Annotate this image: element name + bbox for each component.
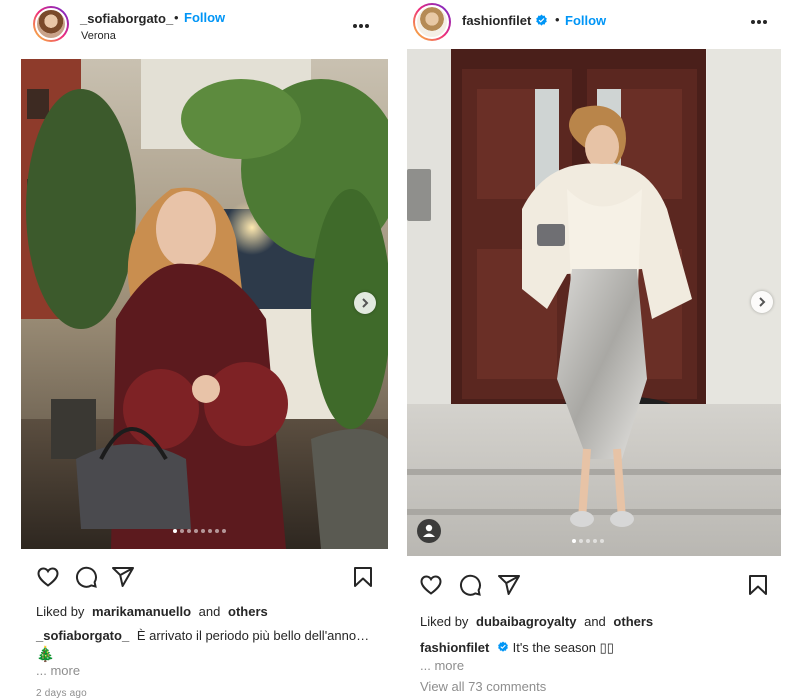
carousel-dot <box>215 529 219 533</box>
follow-button[interactable]: Follow <box>184 10 225 25</box>
likes-others-link[interactable]: others <box>228 604 268 619</box>
caption-more-link[interactable]: ... more <box>36 663 80 678</box>
post-timestamp: 2 days ago <box>36 688 87 699</box>
post-actions <box>407 573 781 603</box>
carousel-dot <box>572 539 576 543</box>
caption-symbols: ▯▯ <box>599 640 614 655</box>
likes-line: Liked by marikamanuello and others <box>36 604 268 619</box>
follow-button[interactable]: Follow <box>565 13 606 28</box>
caption-line: fashionfilet It's the season ▯▯ <box>420 640 614 656</box>
share-icon[interactable] <box>111 565 135 589</box>
more-options-icon[interactable] <box>751 18 769 26</box>
liked-by-user-link[interactable]: marikamanuello <box>92 604 191 619</box>
post-photo <box>407 49 781 556</box>
separator-dot: • <box>174 10 179 25</box>
post-header: _sofiaborgato_ • Follow Verona <box>21 0 388 50</box>
liked-by-user-link[interactable]: dubaibagroyalty <box>476 614 576 629</box>
post-username[interactable]: _sofiaborgato_ <box>80 11 173 26</box>
verified-badge-icon <box>498 641 508 652</box>
separator-dot: • <box>555 12 560 27</box>
carousel-dot <box>222 529 226 533</box>
carousel-dot <box>600 539 604 543</box>
likes-and: and <box>584 614 606 629</box>
caption-more-link[interactable]: ... more <box>420 658 464 673</box>
carousel-dot <box>201 529 205 533</box>
more-options-icon[interactable] <box>353 22 371 30</box>
post-username[interactable]: fashionfilet <box>462 13 531 28</box>
carousel-dot <box>173 529 177 533</box>
carousel-indicator <box>572 539 604 543</box>
caption-username[interactable]: _sofiaborgato_ <box>36 628 129 643</box>
likes-others-link[interactable]: others <box>613 614 653 629</box>
post-media[interactable] <box>407 49 781 556</box>
carousel-dot <box>579 539 583 543</box>
caption-text: È arrivato il periodo più bello dell'ann… <box>136 628 370 643</box>
carousel-dot <box>180 529 184 533</box>
post-card-right: fashionfilet • Follow Liked by dubaibagr… <box>407 0 781 700</box>
chevron-right-icon <box>759 297 766 307</box>
user-tag-button[interactable] <box>417 519 441 543</box>
comment-icon[interactable] <box>74 565 98 589</box>
carousel-next-button[interactable] <box>354 292 376 314</box>
carousel-indicator <box>173 529 226 533</box>
carousel-dot <box>586 539 590 543</box>
post-photo <box>21 59 388 549</box>
post-location[interactable]: Verona <box>81 30 116 42</box>
likes-line: Liked by dubaibagroyalty and others <box>420 614 653 629</box>
carousel-dot <box>187 529 191 533</box>
carousel-dot <box>194 529 198 533</box>
avatar[interactable] <box>33 6 69 42</box>
post-media[interactable] <box>21 59 388 549</box>
carousel-next-button[interactable] <box>751 291 773 313</box>
post-actions <box>21 565 388 595</box>
likes-prefix: Liked by <box>420 614 469 629</box>
likes-prefix: Liked by <box>36 604 85 619</box>
caption-text: It's the season <box>512 640 600 655</box>
carousel-dot <box>593 539 597 543</box>
bookmark-icon[interactable] <box>746 573 770 597</box>
avatar[interactable] <box>413 3 451 41</box>
heart-icon[interactable] <box>36 565 60 589</box>
chevron-right-icon <box>362 298 369 308</box>
caption-line: _sofiaborgato_ È arrivato il periodo più… <box>36 628 369 643</box>
user-tag-icon <box>423 524 435 537</box>
caption-username[interactable]: fashionfilet <box>420 640 489 655</box>
post-card-left: _sofiaborgato_ • Follow Verona Liked by … <box>21 0 388 700</box>
likes-and: and <box>198 604 221 619</box>
post-header: fashionfilet • Follow <box>407 0 781 50</box>
heart-icon[interactable] <box>419 573 443 597</box>
view-comments-link[interactable]: View all 73 comments <box>420 679 546 694</box>
comment-icon[interactable] <box>458 573 482 597</box>
share-icon[interactable] <box>497 573 521 597</box>
caption-emoji: 🎄 <box>36 646 55 663</box>
bookmark-icon[interactable] <box>351 565 375 589</box>
verified-badge-icon <box>536 14 547 26</box>
carousel-dot <box>208 529 212 533</box>
